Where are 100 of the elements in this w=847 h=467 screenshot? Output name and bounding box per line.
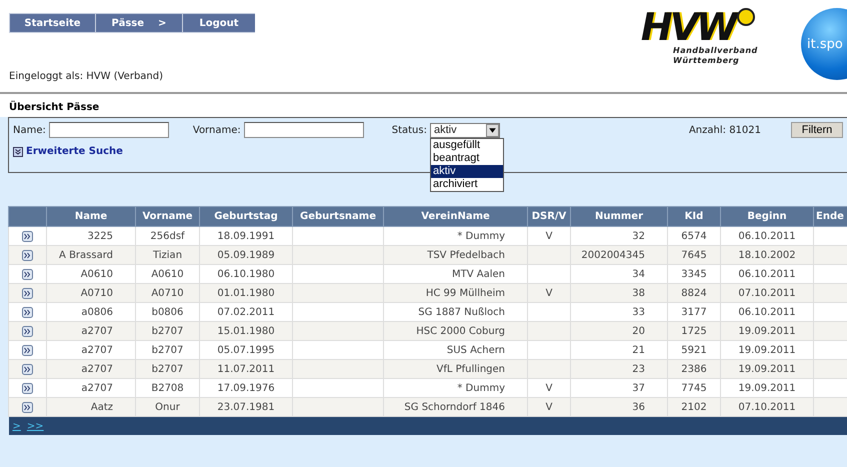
table-cell: 6574 (668, 226, 720, 246)
table-cell: 20 (570, 322, 668, 340)
login-status: Eingeloggt als: HVW (Verband) (9, 71, 164, 82)
open-details-icon[interactable] (22, 306, 33, 318)
table-cell: 06.10.2011 (720, 264, 814, 284)
table-cell: 36 (570, 398, 668, 416)
partner-logo: it.spo (801, 8, 847, 80)
table-cell: * Dummy (384, 226, 528, 246)
column-header: Nummer (570, 206, 668, 226)
column-header: VereinName (384, 206, 528, 226)
nav-button[interactable]: Logout (182, 13, 255, 33)
table-cell: 5921 (668, 340, 720, 360)
table-cell: 07.10.2011 (720, 284, 814, 302)
table-cell: 11.07.2011 (200, 360, 292, 378)
column-header: Geburtstag (200, 206, 292, 226)
table-cell: 07.02.2011 (200, 302, 292, 322)
table-cell: V (528, 398, 570, 416)
header-cell (8, 206, 46, 226)
table-cell: HSC 2000 Coburg (384, 322, 528, 340)
dropdown-option[interactable]: archiviert (430, 178, 503, 190)
table-cell: 05.07.1995 (200, 340, 292, 360)
table-cell: 19.09.2011 (720, 360, 814, 378)
column-header: Beginn (720, 206, 814, 226)
table-cell: b0806 (136, 302, 200, 322)
table-cell: a0806 (46, 302, 136, 322)
table-cell: 256dsf (136, 226, 200, 246)
column-header: Vorname (136, 206, 200, 226)
table-cell: a2707 (46, 378, 136, 398)
open-details-icon[interactable] (22, 326, 33, 336)
table-cell: MTV Aalen (384, 264, 528, 284)
table-cell: 18.09.1991 (200, 226, 292, 246)
open-details-icon[interactable] (22, 230, 33, 242)
table-cell: a2707 (46, 340, 136, 360)
dropdown-option[interactable]: aktiv (430, 164, 503, 178)
table-cell: 19.09.2011 (720, 322, 814, 340)
open-details-icon[interactable] (22, 344, 33, 356)
table-cell: 2386 (668, 360, 720, 378)
page-title: Übersicht Pässe (8, 100, 100, 115)
table-cell: HC 99 Müllheim (384, 284, 528, 302)
table-cell: V (528, 226, 570, 246)
table-cell: SG Schorndorf 1846 (384, 398, 528, 416)
vorname-label: Vorname: (192, 124, 241, 136)
table-cell: SUS Achern (384, 340, 528, 360)
table-cell: 38 (570, 284, 668, 302)
table-cell: A Brassard (46, 246, 136, 264)
table-cell: 18.10.2002 (720, 246, 814, 264)
column-header: Geburtsname (292, 206, 384, 226)
table-cell: a2707 (46, 360, 136, 378)
table-cell: 33 (570, 302, 668, 322)
table-cell: A0710 (136, 284, 200, 302)
table-cell: 17.09.1976 (200, 378, 292, 398)
table-cell: 2002004345 (570, 246, 668, 264)
table-cell: Aatz (46, 398, 136, 416)
table-cell: VfL Pfullingen (384, 360, 528, 378)
status-label: Status: (392, 124, 427, 136)
open-details-icon[interactable] (22, 364, 33, 374)
table-cell: 7745 (668, 378, 720, 398)
open-details-icon[interactable] (22, 402, 33, 412)
table-cell: V (528, 378, 570, 398)
table-cell: * Dummy (384, 378, 528, 398)
column-header: KId (668, 206, 720, 226)
table-cell: b2707 (136, 322, 200, 340)
table-cell: 15.01.1980 (200, 322, 292, 340)
table-cell: 34 (570, 264, 668, 284)
table-cell: 19.09.2011 (720, 340, 814, 360)
table-cell: b2707 (136, 340, 200, 360)
table-cell: 05.09.1989 (200, 246, 292, 264)
expand-icon (13, 146, 23, 156)
pager-link[interactable]: > (12, 420, 21, 432)
table-cell: TSV Pfedelbach (384, 246, 528, 264)
table-cell: 07.10.2011 (720, 398, 814, 416)
column-header: Ende (814, 206, 847, 226)
table-cell: 3345 (668, 264, 720, 284)
table-cell: a2707 (46, 322, 136, 340)
name-field[interactable] (48, 122, 169, 138)
nav-button[interactable]: Pässe > (95, 13, 182, 33)
nav-button[interactable]: Startseite (9, 13, 95, 33)
table-cell: 32 (570, 226, 668, 246)
table-cell: Onur (136, 398, 200, 416)
open-details-icon[interactable] (22, 288, 33, 298)
table-cell: 06.10.1980 (200, 264, 292, 284)
table-cell: 06.10.2011 (720, 226, 814, 246)
table-cell: 01.01.1980 (200, 284, 292, 302)
pager-link[interactable]: >> (26, 420, 44, 432)
table-cell: A0610 (136, 264, 200, 284)
table-cell: 1725 (668, 322, 720, 340)
open-details-icon[interactable] (22, 382, 33, 394)
vorname-field[interactable] (244, 122, 364, 138)
table-cell: 21 (570, 340, 668, 360)
filter-button[interactable]: Filtern (791, 122, 843, 138)
association-logo: HVW Handballverband Württemberg (640, 8, 759, 66)
column-header: Name (46, 206, 136, 226)
table-cell: b2707 (136, 360, 200, 378)
table-cell: Tizian (136, 246, 200, 264)
open-details-icon[interactable] (22, 250, 33, 260)
table-cell: 37 (570, 378, 668, 398)
table-cell: 23.07.1981 (200, 398, 292, 416)
open-details-icon[interactable] (22, 268, 33, 280)
result-count: Anzahl: 81021 (688, 124, 761, 136)
table-cell: A0710 (46, 284, 136, 302)
